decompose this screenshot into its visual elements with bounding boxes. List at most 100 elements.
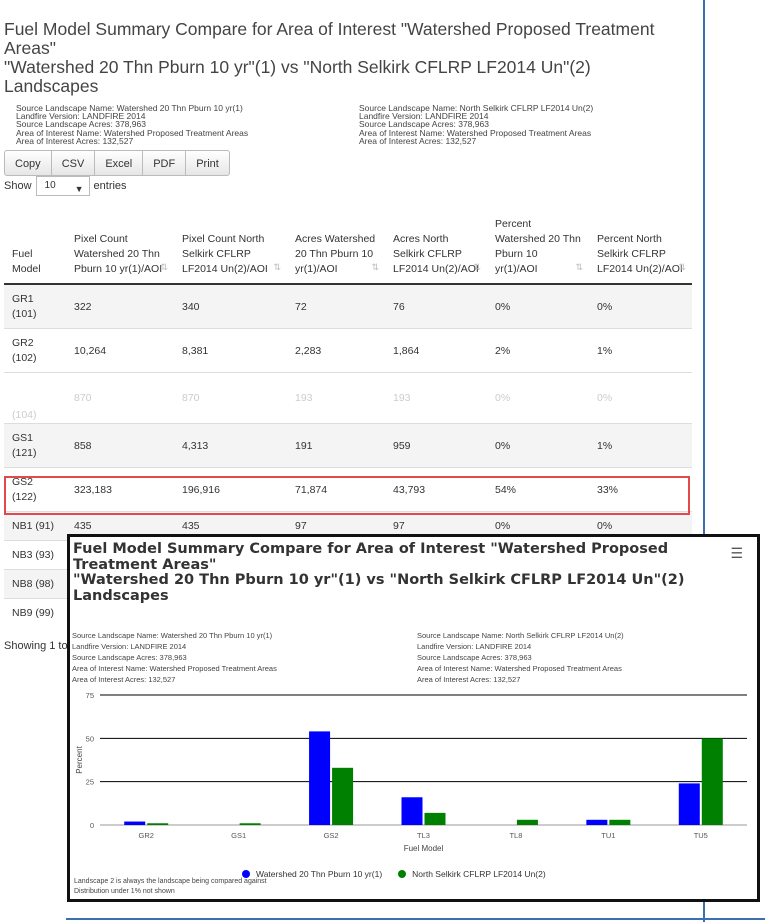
table-header-row: Fuel Model Pixel Count Watershed 20 Thn … <box>4 208 692 285</box>
column-header-pixel-count-2[interactable]: Pixel Count North Selkirk CFLRP LF2014 U… <box>174 208 287 285</box>
info-line: Area of Interest Acres: 132,527 <box>359 135 477 146</box>
sort-icon: ⇅ <box>160 262 168 272</box>
cell: 1% <box>589 328 692 373</box>
page-title-line: Landscapes <box>4 76 99 96</box>
table-row: GS1 (121) 858 4,313 191 959 0% 1% <box>4 423 692 468</box>
export-button-group: Copy CSV Excel PDF Print <box>4 150 230 176</box>
excel-button[interactable]: Excel <box>94 150 144 176</box>
chart-legend: Watershed 20 Thn Pburn 10 yr(1) North Se… <box>242 869 562 879</box>
y-tick-label: 75 <box>86 691 94 700</box>
column-header-label: Percent Watershed 20 Thn Pburn 10 yr(1)/… <box>495 218 581 275</box>
cell: 0% <box>487 372 589 424</box>
cell: 191 <box>287 423 385 468</box>
column-header-acres-1[interactable]: Acres Watershed 20 Thn Pburn 10 yr(1)/AO… <box>287 208 385 285</box>
cell: 870 <box>66 372 174 424</box>
cell: 959 <box>385 423 487 468</box>
page-title-line: Areas" <box>4 38 56 58</box>
y-tick-label: 50 <box>86 734 94 743</box>
bar <box>586 819 608 825</box>
cell: 0% <box>589 372 692 424</box>
cell: 858 <box>66 423 174 468</box>
x-tick-label: TL3 <box>417 831 430 840</box>
legend-marker <box>398 870 407 878</box>
cell: NB9 (99) <box>4 598 66 627</box>
cell: GS1 (121) <box>4 423 66 468</box>
footnote-line: Distribution under 1% not shown <box>74 887 175 895</box>
cell: 4,313 <box>174 423 287 468</box>
x-tick-label: GS1 <box>231 831 246 840</box>
show-label: Show <box>4 180 32 192</box>
entries-select[interactable]: 10 ▼ <box>35 176 90 196</box>
info-line: Area of Interest Acres: 132,527 <box>16 135 134 146</box>
column-header-label: Acres North Selkirk CFLRP LF2014 Un(2)/A… <box>393 233 479 275</box>
bar <box>701 738 723 825</box>
column-header-percent-2[interactable]: Percent North Selkirk CFLRP LF2014 Un(2)… <box>589 208 692 285</box>
entries-select-value: 10 <box>44 180 56 191</box>
column-header-label: Pixel Count North Selkirk CFLRP LF2014 U… <box>182 233 268 275</box>
table-row: GR2 (102) 10,264 8,381 2,283 1,864 2% 1% <box>4 328 692 373</box>
cell: 0% <box>487 283 589 329</box>
y-tick-label: 25 <box>86 778 94 787</box>
sort-icon: ⇅ <box>371 262 379 272</box>
bar <box>147 823 169 825</box>
sort-icon: ⇅ <box>575 262 583 272</box>
legend-label: North Selkirk CFLRP LF2014 Un(2) <box>412 869 546 879</box>
x-tick-label: TL8 <box>509 831 522 840</box>
print-button[interactable]: Print <box>185 150 230 176</box>
chart-footnote: Landscape 2 is always the landscape bein… <box>74 877 267 896</box>
cell: 8,381 <box>174 328 287 373</box>
cell: NB1 (91) <box>4 511 66 541</box>
cell: NB3 (93) <box>4 540 66 570</box>
copy-button[interactable]: Copy <box>4 150 52 176</box>
legend-label: Watershed 20 Thn Pburn 10 yr(1) <box>256 869 383 879</box>
cell: GR1 (101) <box>4 283 66 329</box>
page-title-line: Fuel Model Summary Compare for Area of I… <box>4 19 655 39</box>
column-header-label: Fuel Model <box>12 248 41 275</box>
page-title-line: "Watershed 20 Thn Pburn 10 yr"(1) vs "No… <box>4 57 591 77</box>
bar <box>124 821 146 825</box>
bar <box>424 812 446 825</box>
sort-icon: ⇅ <box>473 262 481 272</box>
cell: 10,264 <box>66 328 174 373</box>
csv-button[interactable]: CSV <box>50 150 96 176</box>
cell: 340 <box>174 283 287 329</box>
cell: 0% <box>589 283 692 329</box>
table-row: GR1 (101) 322 340 72 76 0% 0% <box>4 283 692 329</box>
bar <box>516 819 538 825</box>
sort-icon: ⇅ <box>273 262 281 272</box>
x-axis-label: Fuel Model <box>404 844 444 853</box>
cell: 193 <box>287 372 385 424</box>
cell: 0% <box>487 423 589 468</box>
cell: 322 <box>66 283 174 329</box>
entries-label: entries <box>93 180 127 192</box>
bar-chart: 0 25 50 75 Percent GR2 GS1 GS2 TL3 TL8 TU1 TU5 Fuel … <box>75 691 747 853</box>
legend-item-series-2[interactable]: North Selkirk CFLRP LF2014 Un(2) <box>398 869 546 879</box>
landscape-2-info: Source Landscape Name: North Selkirk CFL… <box>359 104 593 146</box>
cell: 870 <box>174 372 287 424</box>
show-entries-control: Show 10 ▼ entries <box>4 176 127 196</box>
bar <box>239 823 261 825</box>
bar <box>309 731 331 825</box>
pdf-button[interactable]: PDF <box>142 150 187 176</box>
page-title: Fuel Model Summary Compare for Area of I… <box>4 20 694 96</box>
x-tick-label: GR2 <box>139 831 154 840</box>
landscape-1-info: Source Landscape Name: Watershed 20 Thn … <box>16 104 248 146</box>
column-header-fuel-model[interactable]: Fuel Model <box>4 208 66 285</box>
x-tick-label: GS2 <box>324 831 339 840</box>
column-header-pixel-count-1[interactable]: Pixel Count Watershed 20 Thn Pburn 10 yr… <box>66 208 174 285</box>
table-info: Showing 1 to <box>4 640 68 652</box>
cell: 76 <box>385 283 487 329</box>
cell: 2% <box>487 328 589 373</box>
bar <box>401 797 423 825</box>
content-bottom-border <box>66 918 765 920</box>
sort-icon: ⇅ <box>678 262 686 272</box>
x-tick-label: TU1 <box>601 831 615 840</box>
footnote-line: Landscape 2 is always the landscape bein… <box>74 878 267 885</box>
cell: 1% <box>589 423 692 468</box>
cell: GR2 (102) <box>4 328 66 373</box>
column-header-label: Percent North Selkirk CFLRP LF2014 Un(2)… <box>597 233 683 275</box>
column-header-label: Acres Watershed 20 Thn Pburn 10 yr(1)/AO… <box>295 233 376 275</box>
column-header-acres-2[interactable]: Acres North Selkirk CFLRP LF2014 Un(2)/A… <box>385 208 487 285</box>
column-header-percent-1[interactable]: Percent Watershed 20 Thn Pburn 10 yr(1)/… <box>487 208 589 285</box>
bar <box>332 767 354 825</box>
